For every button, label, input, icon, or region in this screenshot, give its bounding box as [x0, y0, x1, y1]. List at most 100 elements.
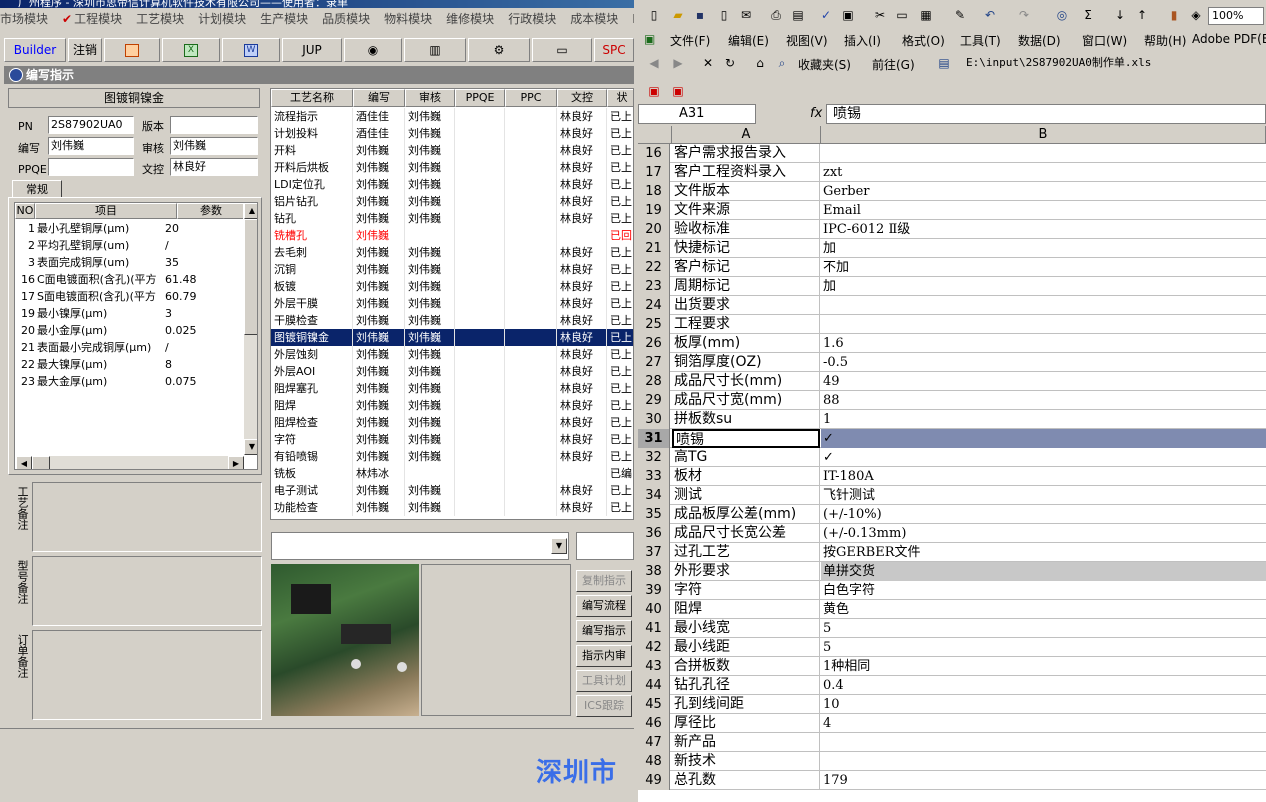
cell-b[interactable]: [821, 296, 1266, 315]
cabinet-icon[interactable]: ▥: [404, 38, 466, 62]
search-web-icon[interactable]: ⌕: [774, 55, 790, 71]
row-header[interactable]: 38: [638, 562, 670, 581]
doc-control-field[interactable]: 林良好: [170, 158, 258, 176]
process-row[interactable]: 阻焊塞孔 刘伟巍 刘伟巍 林良好 已上: [271, 380, 633, 397]
cell-b[interactable]: 10: [821, 695, 1266, 714]
excel-menu-item-0[interactable]: 文件(F): [670, 32, 710, 49]
cell-a[interactable]: 测试: [672, 486, 820, 505]
process-row[interactable]: 铣槽孔 刘伟巍 已回: [271, 227, 633, 244]
row-header[interactable]: 43: [638, 657, 670, 676]
param-row[interactable]: 16 C面电镀面积(含孔)(平方 61.48: [15, 271, 245, 288]
process-row[interactable]: 铣板 林炜冰 已编: [271, 465, 633, 482]
cell-a[interactable]: 字符: [672, 581, 820, 600]
process-row[interactable]: 电子测试 刘伟巍 刘伟巍 林良好 已上: [271, 482, 633, 499]
column-header-b[interactable]: B: [821, 126, 1266, 144]
cell-b[interactable]: (+/-0.13mm): [821, 524, 1266, 543]
cell-b[interactable]: 不加: [821, 258, 1266, 277]
cell-b[interactable]: Email: [821, 201, 1266, 220]
zoom-select[interactable]: 100%: [1208, 7, 1264, 25]
row-header[interactable]: 23: [638, 277, 670, 296]
cell-a[interactable]: 成品板厚公差(mm): [672, 505, 820, 524]
cell-b[interactable]: 单拼交货: [821, 562, 1266, 581]
cell-a[interactable]: 最小线距: [672, 638, 820, 657]
row-header[interactable]: 20: [638, 220, 670, 239]
menu-item-8[interactable]: 行政模块: [508, 8, 556, 30]
gears-icon[interactable]: ⚙: [468, 38, 530, 62]
cell-b[interactable]: [821, 733, 1266, 752]
row-header[interactable]: 40: [638, 600, 670, 619]
scroll-right-icon[interactable]: ▶: [228, 456, 244, 469]
cell-b[interactable]: 5: [821, 638, 1266, 657]
row-header[interactable]: 30: [638, 410, 670, 429]
param-row[interactable]: 23 最大金厚(μm) 0.075: [15, 373, 245, 390]
review-field[interactable]: 刘伟巍: [170, 137, 258, 155]
row-header[interactable]: 36: [638, 524, 670, 543]
favorites-menu[interactable]: 收藏夹(S): [798, 56, 851, 73]
row-header[interactable]: 37: [638, 543, 670, 562]
cell-a[interactable]: 铜箔厚度(OZ): [672, 353, 820, 372]
cell-b[interactable]: 飞针测试: [821, 486, 1266, 505]
sort-asc-icon[interactable]: ↓: [1112, 7, 1128, 23]
param-row[interactable]: 1 最小孔壁铜厚(μm) 20: [15, 220, 245, 237]
cell-b[interactable]: [821, 144, 1266, 163]
action-button-1[interactable]: 编写流程: [576, 595, 632, 617]
action-button-0[interactable]: 复制指示: [576, 570, 632, 592]
copy-icon[interactable]: ▭: [894, 7, 910, 23]
monitor-icon[interactable]: ▭: [532, 38, 592, 62]
print-icon[interactable]: ⎙: [768, 7, 784, 23]
tab-general[interactable]: 常规: [12, 180, 62, 198]
action-button-4[interactable]: 工具计划: [576, 670, 632, 692]
menu-item-9[interactable]: 成本模块: [570, 8, 618, 30]
cell-b[interactable]: 4: [821, 714, 1266, 733]
cell-b[interactable]: 1种相同: [821, 657, 1266, 676]
param-hscroll[interactable]: ◀ ▶: [15, 455, 244, 469]
cell-b[interactable]: ✓: [821, 429, 1266, 448]
menu-item-1[interactable]: 工程模块: [74, 8, 122, 30]
row-header[interactable]: 25: [638, 315, 670, 334]
process-row[interactable]: LDI定位孔 刘伟巍 刘伟巍 林良好 已上: [271, 176, 633, 193]
cell-a[interactable]: 板材: [672, 467, 820, 486]
process-row[interactable]: 沉铜 刘伟巍 刘伟巍 林良好 已上: [271, 261, 633, 278]
process-row[interactable]: 去毛刺 刘伟巍 刘伟巍 林良好 已上: [271, 244, 633, 261]
cell-a[interactable]: 文件来源: [672, 201, 820, 220]
forward-icon[interactable]: ▶: [670, 55, 686, 71]
process-row[interactable]: 阻焊 刘伟巍 刘伟巍 林良好 已上: [271, 397, 633, 414]
order-note-area[interactable]: [32, 630, 262, 720]
process-row[interactable]: 功能检查 刘伟巍 刘伟巍 林良好 已上: [271, 499, 633, 516]
cell-a[interactable]: 外形要求: [672, 562, 820, 581]
scroll-thumb[interactable]: [244, 219, 257, 335]
cell-a[interactable]: 拼板数su: [672, 410, 820, 429]
row-header[interactable]: 29: [638, 391, 670, 410]
row-header[interactable]: 19: [638, 201, 670, 220]
spelling-icon[interactable]: ✓: [818, 7, 834, 23]
param-row[interactable]: 3 表面完成铜厚(um) 35: [15, 254, 245, 271]
autosum-icon[interactable]: Σ: [1080, 7, 1096, 23]
formula-bar[interactable]: 喷锡: [826, 104, 1266, 124]
refresh-icon[interactable]: ↻: [722, 55, 738, 71]
process-row[interactable]: 外层AOI 刘伟巍 刘伟巍 林良好 已上: [271, 363, 633, 380]
back-icon[interactable]: ◀: [646, 55, 662, 71]
version-field[interactable]: [170, 116, 258, 134]
row-header[interactable]: 27: [638, 353, 670, 372]
undo-icon[interactable]: ↶: [982, 7, 998, 23]
function-icon[interactable]: fx: [810, 104, 822, 124]
process-row[interactable]: 图镀铜镍金 刘伟巍 刘伟巍 林良好 已上: [271, 329, 633, 346]
cell-a[interactable]: 板厚(mm): [672, 334, 820, 353]
excel-menu-item-9[interactable]: Adobe PDF(B): [1192, 32, 1266, 46]
row-header[interactable]: 21: [638, 239, 670, 258]
param-row[interactable]: 21 表面最小完成铜厚(μm) /: [15, 339, 245, 356]
menu-item-4[interactable]: 生产模块: [260, 8, 308, 30]
row-header[interactable]: 49: [638, 771, 670, 790]
cell-a[interactable]: 喷锡: [672, 429, 820, 448]
cell-a[interactable]: 客户需求报告录入: [672, 144, 820, 163]
row-header[interactable]: 35: [638, 505, 670, 524]
print-preview-icon[interactable]: ▤: [790, 7, 806, 23]
cell-b[interactable]: 白色字符: [821, 581, 1266, 600]
row-header[interactable]: 16: [638, 144, 670, 163]
cell-b[interactable]: [821, 752, 1266, 771]
ppt-icon[interactable]: [104, 38, 160, 62]
excel-menu-item-6[interactable]: 数据(D): [1018, 32, 1061, 49]
row-header[interactable]: 26: [638, 334, 670, 353]
menu-item-2[interactable]: 工艺模块: [136, 8, 184, 30]
cell-a[interactable]: 高TG: [672, 448, 820, 467]
